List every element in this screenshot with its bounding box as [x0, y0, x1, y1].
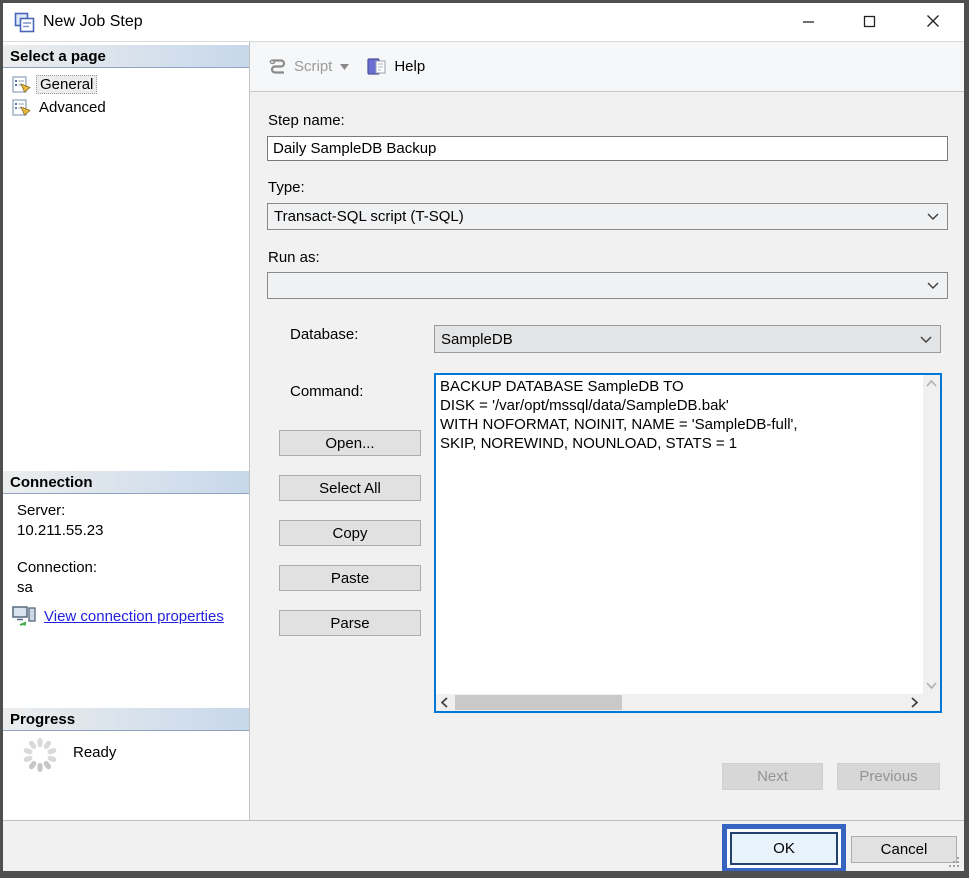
window-title: New Job Step [43, 13, 143, 31]
minimize-button[interactable] [785, 4, 831, 38]
scroll-right-button[interactable] [906, 694, 923, 711]
progress-spinner-icon [21, 736, 59, 774]
scroll-down-button[interactable] [923, 677, 940, 694]
scroll-up-button[interactable] [923, 375, 940, 392]
paste-button[interactable]: Paste [279, 565, 421, 591]
select-a-page-header: Select a page [3, 45, 249, 68]
chevron-left-icon [441, 697, 448, 708]
open-button[interactable]: Open... [279, 430, 421, 456]
footer-separator [3, 820, 964, 821]
chevron-right-icon [911, 697, 918, 708]
close-icon [926, 14, 940, 28]
cancel-button[interactable]: Cancel [851, 836, 957, 863]
type-label: Type: [268, 179, 305, 196]
database-label: Database: [290, 326, 358, 343]
job-step-app-icon [14, 12, 35, 33]
server-label: Server: [17, 502, 65, 519]
titlebar: New Job Step [3, 3, 964, 42]
database-dropdown[interactable]: SampleDB [434, 325, 941, 353]
view-connection-properties-label: View connection properties [44, 608, 224, 625]
connection-value: sa [17, 579, 33, 596]
select-all-button[interactable]: Select All [279, 475, 421, 501]
progress-header: Progress [3, 708, 249, 731]
chevron-up-icon [926, 380, 937, 387]
ok-button[interactable]: OK [730, 832, 838, 865]
chevron-down-icon [927, 282, 939, 289]
ok-button-highlight-box: OK [722, 824, 846, 871]
help-button[interactable]: Help [367, 57, 425, 76]
next-button[interactable]: Next [722, 763, 823, 790]
view-connection-properties-link[interactable]: View connection properties [12, 606, 224, 626]
script-icon [268, 57, 288, 77]
maximize-button[interactable] [846, 4, 892, 38]
connection-label: Connection: [17, 559, 97, 576]
progress-status: Ready [73, 744, 116, 761]
sidebar-item-label: General [36, 75, 97, 94]
horizontal-scrollbar[interactable] [436, 694, 923, 711]
copy-button[interactable]: Copy [279, 520, 421, 546]
vertical-scrollbar[interactable] [923, 375, 940, 694]
scrollbar-corner [923, 694, 940, 711]
command-label: Command: [290, 383, 363, 400]
script-dropdown-arrow-icon [340, 64, 349, 70]
command-textarea[interactable]: BACKUP DATABASE SampleDB TO DISK = '/var… [436, 375, 923, 694]
server-value: 10.211.55.23 [17, 522, 103, 539]
scroll-left-button[interactable] [436, 694, 453, 711]
connection-properties-icon [12, 606, 36, 626]
help-button-label: Help [394, 58, 425, 75]
help-icon [367, 57, 388, 76]
type-dropdown[interactable]: Transact-SQL script (T-SQL) [267, 203, 948, 230]
connection-header: Connection [3, 471, 249, 494]
minimize-icon [802, 15, 815, 28]
chevron-down-icon [926, 682, 937, 689]
step-name-label: Step name: [268, 112, 345, 129]
maximize-icon [863, 15, 876, 28]
new-job-step-dialog: New Job Step Select a page General [3, 3, 964, 871]
page-icon [12, 99, 31, 116]
resize-grip[interactable] [947, 855, 961, 869]
run-as-label: Run as: [268, 249, 320, 266]
page-icon [12, 76, 31, 93]
script-button-label: Script [294, 58, 332, 75]
horizontal-scrollbar-thumb[interactable] [455, 695, 622, 710]
close-button[interactable] [910, 4, 956, 38]
chevron-down-icon [920, 336, 932, 343]
parse-button[interactable]: Parse [279, 610, 421, 636]
sidebar-item-label: Advanced [36, 99, 109, 116]
script-button[interactable]: Script [268, 57, 349, 77]
command-editor: BACKUP DATABASE SampleDB TO DISK = '/var… [434, 373, 942, 713]
sidebar-item-general[interactable]: General [3, 73, 249, 95]
content-toolbar: Script Help [250, 42, 964, 92]
sidebar-item-advanced[interactable]: Advanced [3, 96, 249, 118]
sidebar: Select a page General Advanced Connectio… [3, 42, 250, 820]
type-dropdown-value: Transact-SQL script (T-SQL) [268, 208, 927, 225]
run-as-dropdown[interactable] [267, 272, 948, 299]
chevron-down-icon [927, 213, 939, 220]
step-name-input[interactable] [267, 136, 948, 161]
database-dropdown-value: SampleDB [435, 331, 920, 348]
previous-button[interactable]: Previous [837, 763, 940, 790]
